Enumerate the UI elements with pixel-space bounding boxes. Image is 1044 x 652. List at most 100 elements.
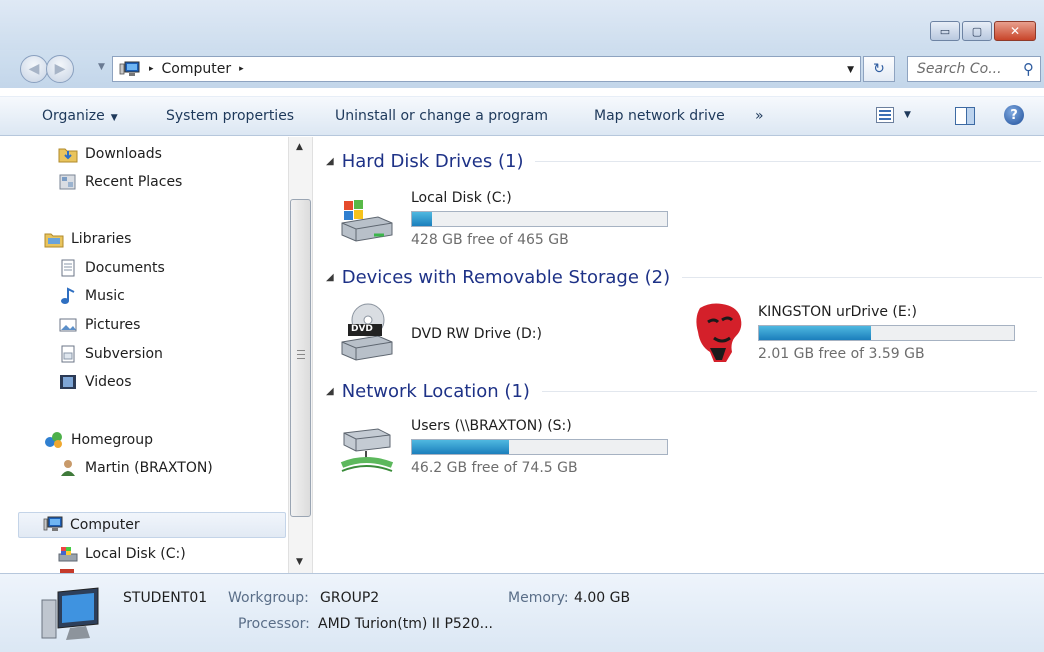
back-button[interactable]: ◀ bbox=[20, 55, 48, 83]
uninstall-program-button[interactable]: Uninstall or change a program bbox=[335, 108, 548, 124]
drive-free-space: 46.2 GB free of 74.5 GB bbox=[411, 460, 578, 476]
recent-places-icon bbox=[59, 174, 76, 190]
navigation-pane: Downloads Recent Places Libraries Docume… bbox=[0, 137, 288, 573]
kingston-logo-icon bbox=[696, 303, 742, 362]
grip-icon bbox=[297, 350, 305, 359]
drive-free-space: 2.01 GB free of 3.59 GB bbox=[758, 346, 925, 362]
help-icon[interactable]: ? bbox=[1004, 105, 1024, 125]
nav-item-label: Recent Places bbox=[85, 174, 183, 190]
minimize-button[interactable]: ▭ bbox=[930, 21, 960, 41]
computer-monitor-icon bbox=[41, 587, 99, 640]
search-input[interactable]: Search Co... ⚲ bbox=[907, 56, 1041, 82]
memory-value: 4.00 GB bbox=[574, 590, 631, 606]
nav-item-label: Libraries bbox=[71, 231, 132, 247]
change-view-button[interactable]: ▼ bbox=[876, 107, 911, 123]
breadcrumb-separator-icon[interactable]: ▸ bbox=[239, 64, 244, 74]
local-disk-icon bbox=[58, 547, 78, 562]
content-pane: ◢ Hard Disk Drives (1) Local Disk (C:) 4… bbox=[314, 137, 1044, 573]
address-bar[interactable]: ▸ Computer ▸ ▼ bbox=[112, 56, 861, 82]
nav-item-libraries[interactable]: Libraries bbox=[44, 226, 131, 252]
address-row: ◀ ▶ ▼ ▸ Computer ▸ ▼ ↻ Search Co... ⚲ bbox=[0, 50, 1044, 88]
drive-usage-bar bbox=[758, 325, 1015, 341]
workgroup-value: GROUP2 bbox=[320, 590, 380, 606]
organize-label: Organize bbox=[42, 108, 105, 124]
nav-item-label: Music bbox=[85, 288, 125, 304]
homegroup-icon bbox=[45, 432, 62, 448]
refresh-icon: ↻ bbox=[873, 61, 885, 77]
command-bar: Organize ▼ System properties Uninstall or… bbox=[0, 96, 1044, 136]
group-header-removable-storage[interactable]: ◢ Devices with Removable Storage (2) bbox=[326, 267, 1043, 288]
nav-item-local-disk-c[interactable]: Local Disk (C:) bbox=[58, 541, 186, 567]
downloads-folder-icon bbox=[58, 148, 78, 163]
nav-item-documents[interactable]: Documents bbox=[58, 255, 165, 281]
back-arrow-icon: ◀ bbox=[28, 61, 40, 77]
nav-item-computer[interactable]: Computer bbox=[18, 512, 286, 538]
address-dropdown-icon[interactable]: ▼ bbox=[847, 65, 854, 75]
nav-item-homegroup[interactable]: Homegroup bbox=[44, 427, 153, 453]
system-properties-button[interactable]: System properties bbox=[166, 108, 294, 124]
collapse-triangle-icon[interactable]: ◢ bbox=[326, 386, 334, 397]
breadcrumb-separator-icon[interactable]: ▸ bbox=[149, 64, 154, 74]
network-drive-icon bbox=[340, 428, 394, 472]
window-controls: ▭ ▢ ✕ bbox=[928, 21, 1036, 41]
close-icon: ✕ bbox=[1009, 24, 1021, 38]
computer-name: STUDENT01 bbox=[123, 590, 208, 606]
libraries-icon bbox=[44, 233, 64, 248]
map-network-drive-button[interactable]: Map network drive bbox=[594, 108, 725, 124]
scroll-up-icon[interactable]: ▲ bbox=[296, 142, 303, 152]
search-placeholder: Search Co... bbox=[917, 61, 1002, 77]
drive-users-braxton-s[interactable]: Users (\\BRAXTON) (S:) 46.2 GB free of 7… bbox=[334, 415, 674, 479]
preview-pane-icon[interactable] bbox=[955, 107, 975, 125]
refresh-button[interactable]: ↻ bbox=[863, 56, 895, 82]
nav-item-label: Documents bbox=[85, 260, 165, 276]
chevron-down-icon: ▼ bbox=[110, 113, 118, 123]
documents-icon bbox=[61, 259, 75, 277]
nav-item-subversion[interactable]: Subversion bbox=[58, 341, 163, 367]
nav-item-label: Videos bbox=[85, 374, 132, 390]
view-details-icon bbox=[876, 107, 894, 123]
forward-arrow-icon: ▶ bbox=[54, 61, 66, 77]
music-icon bbox=[61, 287, 75, 304]
group-header-network-location[interactable]: ◢ Network Location (1) bbox=[326, 381, 1037, 402]
scroll-thumb[interactable] bbox=[290, 199, 311, 517]
group-divider bbox=[682, 277, 1043, 278]
drive-name: Users (\\BRAXTON) (S:) bbox=[411, 418, 572, 434]
drive-usage-bar bbox=[411, 211, 668, 227]
nav-item-music[interactable]: Music bbox=[58, 283, 125, 309]
organize-button[interactable]: Organize ▼ bbox=[42, 108, 118, 124]
drive-kingston-e[interactable]: KINGSTON urDrive (E:) 2.01 GB free of 3.… bbox=[692, 302, 1032, 366]
user-icon bbox=[61, 460, 75, 476]
nav-scrollbar[interactable]: ▲ ▼ bbox=[288, 137, 313, 573]
forward-button[interactable]: ▶ bbox=[46, 55, 74, 83]
drive-dvd-rw-d[interactable]: DVD DVD RW Drive (D:) bbox=[334, 302, 664, 366]
nav-item-recent-places[interactable]: Recent Places bbox=[58, 169, 182, 195]
scroll-down-icon[interactable]: ▼ bbox=[296, 557, 303, 567]
drive-usage-fill bbox=[412, 440, 509, 454]
nav-item-label: Downloads bbox=[85, 146, 162, 162]
nav-item-martin-braxton[interactable]: Martin (BRAXTON) bbox=[58, 455, 213, 481]
maximize-button[interactable]: ▢ bbox=[962, 21, 992, 41]
nav-item-label: Martin (BRAXTON) bbox=[85, 460, 213, 476]
collapse-triangle-icon[interactable]: ◢ bbox=[326, 156, 334, 167]
recent-pages-dropdown[interactable]: ▼ bbox=[98, 62, 105, 72]
drive-name: KINGSTON urDrive (E:) bbox=[758, 304, 917, 320]
group-header-hard-disk-drives[interactable]: ◢ Hard Disk Drives (1) bbox=[326, 151, 1042, 172]
more-commands-button[interactable]: » bbox=[755, 108, 764, 124]
subversion-icon bbox=[61, 345, 75, 363]
nav-item-downloads[interactable]: Downloads bbox=[58, 141, 162, 167]
collapse-triangle-icon[interactable]: ◢ bbox=[326, 272, 334, 283]
pictures-icon bbox=[59, 318, 77, 332]
memory-label: Memory: bbox=[508, 590, 569, 606]
drive-local-disk-c[interactable]: Local Disk (C:) 428 GB free of 465 GB bbox=[334, 187, 674, 251]
group-divider bbox=[535, 161, 1042, 162]
group-divider bbox=[541, 391, 1037, 392]
search-icon[interactable]: ⚲ bbox=[1023, 60, 1034, 78]
close-button[interactable]: ✕ bbox=[994, 21, 1036, 41]
details-pane: STUDENT01 Workgroup: GROUP2 Memory: 4.00… bbox=[0, 573, 1044, 652]
breadcrumb-computer[interactable]: Computer bbox=[162, 61, 232, 77]
nav-item-videos[interactable]: Videos bbox=[58, 369, 132, 395]
drive-free-space: 428 GB free of 465 GB bbox=[411, 232, 569, 248]
group-title: Devices with Removable Storage (2) bbox=[341, 267, 671, 288]
nav-item-pictures[interactable]: Pictures bbox=[58, 312, 140, 338]
dvd-badge: DVD bbox=[351, 324, 373, 334]
